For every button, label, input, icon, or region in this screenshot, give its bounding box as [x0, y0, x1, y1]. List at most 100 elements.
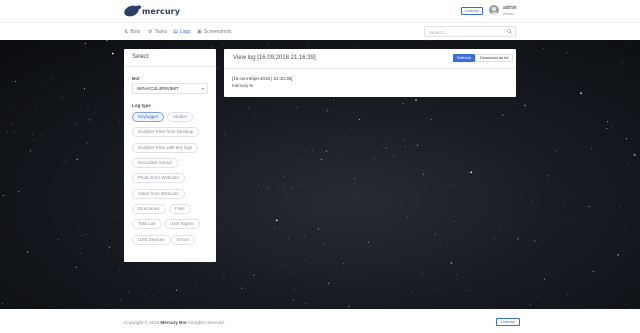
copyright-brand[interactable]: Mercury Bot [160, 320, 186, 325]
log-type-stealer[interactable]: Stealer [167, 112, 194, 122]
star [569, 164, 570, 166]
copyright-suffix: All rights reserved. [187, 320, 225, 325]
star [293, 101, 295, 103]
brand-logo[interactable]: mercury [122, 3, 180, 19]
bot-select[interactable]: WIN-KC2L4R9V9MT ▾ [132, 83, 208, 94]
star [267, 42, 269, 44]
star [450, 262, 453, 264]
star [418, 41, 420, 43]
star [281, 141, 282, 142]
log-type-recorded-sound[interactable]: Recorded Sound [132, 158, 178, 168]
license-button[interactable]: License [461, 7, 483, 15]
star [173, 298, 175, 299]
star [432, 289, 434, 291]
search-icon[interactable] [507, 29, 512, 34]
star [375, 217, 376, 219]
download-txt-button[interactable]: Download as txt [475, 54, 514, 62]
star [291, 274, 293, 275]
user-role: Admin [503, 11, 515, 16]
nav-item-screenshots[interactable]: ▣ Screenshots [197, 29, 232, 35]
log-type-grabber-desktop[interactable]: Grabber Files from Desktop [132, 127, 200, 137]
log-type-keylogger[interactable]: Keylogger [132, 112, 165, 122]
star [567, 294, 568, 296]
star [108, 304, 110, 306]
star [411, 292, 413, 293]
star [415, 99, 417, 101]
star [349, 128, 351, 130]
star [301, 183, 303, 185]
log-type-files[interactable]: Files [169, 204, 191, 214]
star [297, 107, 298, 109]
star [223, 276, 225, 278]
star [554, 151, 556, 152]
search-input[interactable] [429, 28, 501, 36]
select-panel-title: Select [132, 54, 149, 60]
log-type-errors[interactable]: Errors [171, 235, 196, 245]
bot-label: Bot [132, 76, 140, 81]
star [32, 139, 34, 140]
log-type-user-rights[interactable]: User Rights [164, 219, 200, 229]
avatar[interactable] [489, 5, 499, 15]
log-line: mercury le [232, 83, 254, 88]
star [170, 297, 171, 298]
star [619, 280, 620, 281]
log-type-usb-devices[interactable]: USB Devices [132, 235, 171, 245]
star [528, 239, 529, 241]
nav-item-logs[interactable]: ▤ Logs [173, 29, 191, 35]
star [254, 116, 255, 117]
star [524, 104, 526, 107]
star [447, 245, 449, 246]
star [2, 194, 4, 196]
star [543, 48, 545, 49]
star [106, 40, 108, 42]
star [571, 192, 573, 194]
footer-license-button[interactable]: License [496, 318, 520, 326]
star [79, 252, 81, 254]
log-type-directories[interactable]: Directories [132, 204, 166, 214]
star [308, 42, 309, 43]
star [588, 206, 590, 208]
star [407, 215, 409, 217]
log-type-photo-webcam[interactable]: Photo from Webcam [132, 173, 185, 183]
star [145, 293, 146, 295]
star [463, 125, 465, 127]
star [622, 116, 623, 118]
star [94, 84, 96, 86]
star [36, 108, 37, 110]
star [617, 254, 620, 256]
star [606, 128, 608, 130]
star [563, 74, 565, 76]
star [430, 119, 432, 121]
star [288, 238, 290, 240]
star [293, 289, 295, 291]
star [12, 131, 13, 132]
star [267, 187, 269, 189]
star [551, 192, 553, 194]
star [402, 103, 404, 105]
log-type-grabber-keylogs[interactable]: Grabber Files with key logs [132, 143, 199, 153]
star [343, 263, 345, 264]
footer: Copyright © 2018 Mercury Bot All rights … [0, 309, 640, 333]
star [458, 211, 460, 213]
nav-item-bots[interactable]: ⇅ Bots [124, 29, 140, 35]
divider [224, 68, 516, 69]
nav-item-tasks[interactable]: ⚙ Tasks [148, 29, 167, 35]
top-bar: mercury License admin Admin [0, 0, 640, 22]
star [358, 119, 360, 120]
star [108, 253, 110, 255]
star [566, 52, 568, 54]
star [517, 238, 519, 240]
star [543, 278, 545, 280]
star [305, 260, 307, 261]
refresh-button[interactable]: Refresh [453, 54, 476, 62]
chevron-down-icon: ▾ [201, 86, 204, 91]
log-panel-title: View log [16.09.2018 21:16:39] [233, 55, 316, 61]
divider [124, 66, 216, 67]
star [469, 290, 470, 291]
star [337, 293, 339, 294]
log-type-video-webcam[interactable]: Video from Webcam [132, 189, 185, 199]
star [152, 277, 153, 279]
log-type-task-list[interactable]: Task List [132, 219, 162, 229]
bots-icon: ⇅ [124, 29, 129, 35]
star [537, 296, 539, 297]
